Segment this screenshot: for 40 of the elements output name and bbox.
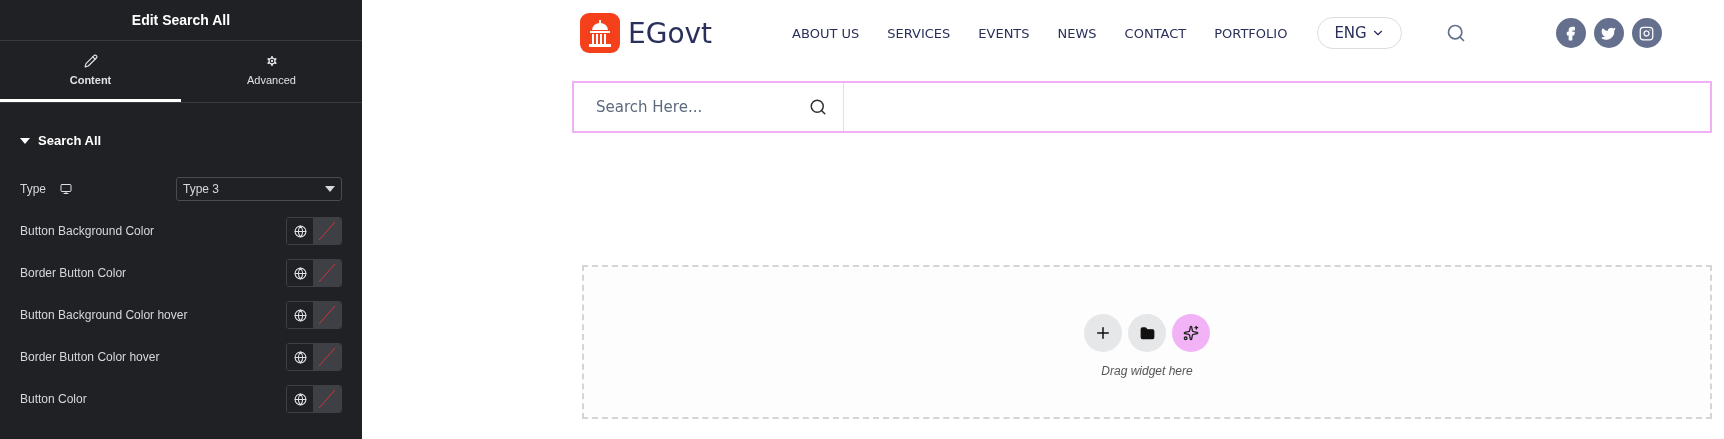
nav-link[interactable]: NEWS (1057, 25, 1097, 41)
caret-icon[interactable] (20, 137, 30, 144)
control-label: Type (20, 182, 46, 196)
sparkle-icon (1183, 325, 1199, 341)
twitter-icon[interactable] (1593, 18, 1624, 48)
control-label: Button Color (20, 392, 87, 406)
panel-tab[interactable]: Content (0, 41, 181, 102)
settings-icon (264, 54, 279, 68)
nav-link[interactable]: SERVICES (887, 25, 951, 41)
nav-link[interactable]: PORTFOLIO (1214, 25, 1288, 41)
folder-icon (1139, 325, 1155, 341)
color-picker[interactable] (313, 302, 341, 328)
color-picker[interactable] (313, 386, 341, 412)
sparkle-button[interactable] (1172, 314, 1210, 352)
control-label: Border Button Color hover (20, 350, 160, 364)
color-picker[interactable] (313, 344, 341, 370)
add-button[interactable] (1084, 314, 1122, 352)
color-picker[interactable] (313, 260, 341, 286)
desktop-icon[interactable] (60, 183, 72, 195)
section-title[interactable]: Search All (38, 133, 102, 148)
control-label: Button Background Color (20, 224, 155, 238)
drop-hint: Drag widget here (1101, 364, 1193, 378)
pencil-icon (83, 54, 98, 68)
logo-text[interactable]: EGovt (628, 16, 713, 50)
control-label: Button Background Color hover (20, 308, 188, 322)
language-dropdown[interactable]: ENG (1317, 17, 1402, 49)
folder-button[interactable] (1128, 314, 1166, 352)
control-label: Border Button Color (20, 266, 127, 280)
caret-icon (325, 186, 335, 192)
facebook-icon[interactable] (1555, 18, 1586, 48)
panel-title: Edit Search All (131, 12, 231, 28)
instagram-icon[interactable] (1631, 18, 1662, 48)
nav-link[interactable]: EVENTS (978, 25, 1030, 41)
panel-tab[interactable]: Advanced (181, 41, 362, 102)
plus-icon (1094, 324, 1112, 342)
capitol-logo-icon (580, 13, 620, 53)
color-picker[interactable] (313, 218, 341, 244)
nav-link[interactable]: ABOUT US (792, 25, 860, 41)
type-select[interactable]: Type 3 (176, 177, 342, 201)
nav-link[interactable]: CONTACT (1124, 25, 1187, 41)
